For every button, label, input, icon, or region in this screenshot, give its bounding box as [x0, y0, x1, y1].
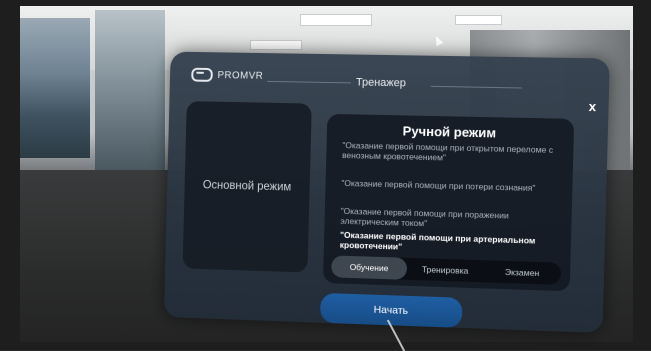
view-frame [0, 342, 651, 350]
ceiling-light [455, 15, 502, 25]
basic-mode-label: Основной режим [202, 179, 292, 194]
title-divider [267, 80, 351, 84]
tab-training[interactable]: Обучение [331, 255, 408, 280]
ceiling-light [300, 14, 372, 26]
close-button[interactable]: x [589, 99, 597, 114]
basic-mode-card[interactable]: Основной режим [182, 101, 312, 273]
panel-title: Тренажер [355, 76, 407, 90]
scenario-item[interactable]: "Оказание первой помощи при потери созна… [341, 178, 553, 193]
manual-mode-title: Ручной режим [402, 123, 497, 141]
view-frame [0, 0, 20, 350]
trainer-panel: PROMVR Тренажер x Основной режим Ручной … [163, 51, 610, 334]
tab-exam[interactable]: Экзамен [483, 260, 561, 285]
brand-logo: PROMVR [191, 67, 264, 83]
view-frame [633, 0, 651, 350]
office-window [95, 10, 165, 170]
manual-mode-card[interactable]: Ручной режим "Оказание первой помощи при… [322, 113, 575, 292]
ceiling-light [250, 40, 302, 50]
promvr-logo-icon [191, 67, 213, 82]
brand-logo-text: PROMVR [217, 69, 264, 82]
start-button[interactable]: Начать [319, 292, 463, 328]
scenario-item[interactable]: "Оказание первой помощи при поражении эл… [340, 206, 552, 232]
tab-practice[interactable]: Тренировка [407, 258, 484, 283]
scenario-item-selected[interactable]: "Оказание первой помощи при артериальном… [340, 230, 552, 256]
scenario-item[interactable]: "Оказание первой помощи при открытом пер… [342, 140, 554, 165]
office-window [20, 18, 90, 158]
title-divider [430, 85, 522, 89]
mode-tabs: Обучение Тренировка Экзамен [331, 255, 562, 285]
view-frame [0, 0, 651, 6]
